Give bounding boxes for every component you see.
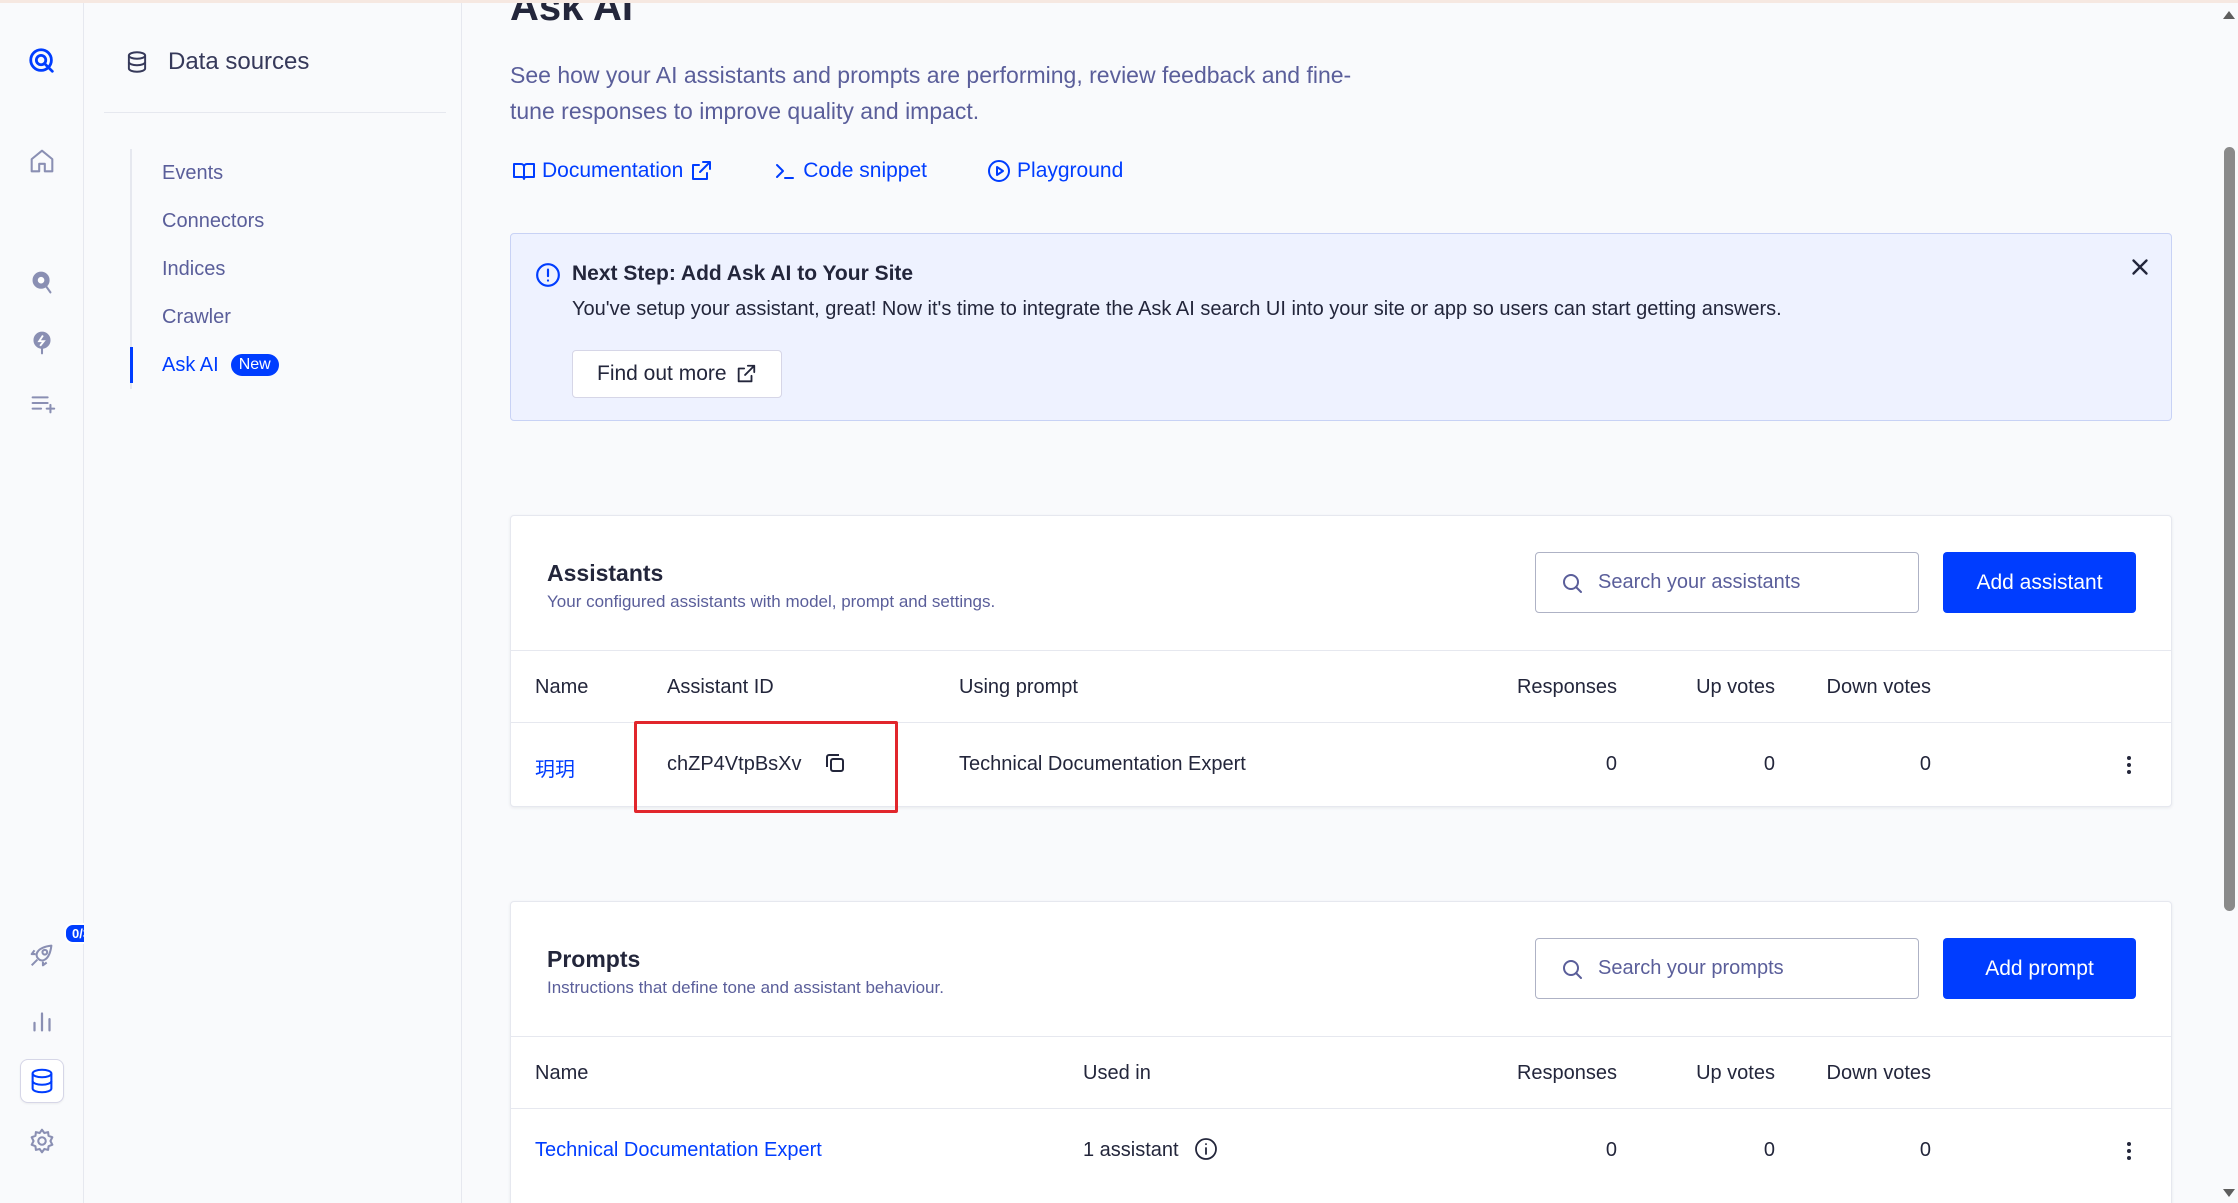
column-header-used-in[interactable]: Used in xyxy=(1083,1062,1151,1085)
prompts-table-header: Name Used in Responses Up votes Down vot… xyxy=(511,1036,2171,1109)
column-header-up-votes[interactable]: Up votes xyxy=(1635,676,1775,699)
notice-body: You've setup your assistant, great! Now … xyxy=(572,298,1782,320)
table-row[interactable]: 玥玥 chZP4VtpBsXv Technical Documentation … xyxy=(511,723,2171,807)
search-icon xyxy=(1563,959,1582,979)
info-alert-icon xyxy=(536,263,560,287)
column-header-up-votes[interactable]: Up votes xyxy=(1635,1062,1775,1085)
database-icon[interactable] xyxy=(20,1059,64,1103)
search-pin-icon[interactable] xyxy=(20,261,64,305)
column-header-name[interactable]: Name xyxy=(535,676,588,699)
using-prompt-cell: Technical Documentation Expert xyxy=(959,753,1246,775)
scrollbar-thumb[interactable] xyxy=(2224,147,2235,911)
find-out-more-label: Find out more xyxy=(597,362,727,385)
more-options-icon[interactable] xyxy=(2117,753,2141,777)
prompts-subtitle: Instructions that define tone and assist… xyxy=(547,978,944,997)
more-options-icon[interactable] xyxy=(2117,1139,2141,1163)
assistants-subtitle: Your configured assistants with model, p… xyxy=(547,592,996,611)
main-content: Ask AI See how your AI assistants and pr… xyxy=(462,3,2238,1203)
subnav-list: Events Connectors Indices Crawler Ask AI… xyxy=(130,149,430,389)
subnav-header: Data sources xyxy=(104,33,446,113)
copy-icon[interactable] xyxy=(823,751,847,775)
prompts-card: Prompts Instructions that define tone an… xyxy=(510,901,2172,1203)
responses-cell: 0 xyxy=(1605,753,1617,775)
down-votes-cell: 0 xyxy=(1919,753,1931,775)
scroll-up-arrow-icon[interactable] xyxy=(2223,11,2235,19)
add-assistant-button[interactable]: Add assistant xyxy=(1943,552,2136,613)
subnav-item-ask-ai[interactable]: Ask AI New xyxy=(130,341,430,389)
add-prompt-button[interactable]: Add prompt xyxy=(1943,938,2136,999)
subnav-title: Data sources xyxy=(168,47,310,75)
subnav-item-events[interactable]: Events xyxy=(132,149,430,197)
external-link-icon xyxy=(692,161,712,180)
prompts-search[interactable] xyxy=(1535,938,1919,999)
external-link-icon xyxy=(737,364,755,383)
code-snippet-link[interactable]: Code snippet xyxy=(773,159,927,183)
playground-link[interactable]: Playground xyxy=(987,159,1123,183)
database-icon xyxy=(127,50,147,73)
assistant-name-link[interactable]: 玥玥 xyxy=(535,753,575,782)
prompts-search-input[interactable] xyxy=(1598,957,1898,980)
column-header-down-votes[interactable]: Down votes xyxy=(1791,676,1932,699)
data-sources-nav: Data sources Events Connectors Indices C… xyxy=(84,3,462,1203)
algolia-logo-icon[interactable] xyxy=(20,39,64,83)
subnav-item-label: Ask AI xyxy=(162,353,219,376)
prompts-title: Prompts xyxy=(547,946,641,972)
info-icon[interactable] xyxy=(1194,1137,1218,1161)
assistants-table-header: Name Assistant ID Using prompt Responses… xyxy=(511,650,2171,723)
search-icon xyxy=(1563,573,1582,593)
terminal-icon xyxy=(776,164,795,179)
assistants-title: Assistants xyxy=(547,560,664,586)
subnav-item-label: Events xyxy=(162,161,224,184)
prompt-name-link[interactable]: Technical Documentation Expert xyxy=(535,1139,822,1162)
rocket-icon[interactable]: 0/3 xyxy=(20,923,99,977)
subnav-item-indices[interactable]: Indices xyxy=(132,245,430,293)
responses-cell: 0 xyxy=(1605,1139,1617,1161)
used-in-value: 1 assistant xyxy=(1083,1139,1179,1161)
bar-chart-icon[interactable] xyxy=(20,999,64,1043)
subnav-item-label: Indices xyxy=(162,257,226,280)
icon-rail: 0/3 xyxy=(0,3,99,1203)
lightbulb-pin-icon[interactable] xyxy=(20,321,64,365)
documentation-link[interactable]: Documentation xyxy=(512,159,713,183)
subnav-item-label: Connectors xyxy=(162,209,265,232)
book-icon xyxy=(513,163,535,180)
playground-link-label: Playground xyxy=(1017,159,1124,182)
column-header-down-votes[interactable]: Down votes xyxy=(1791,1062,1932,1085)
assistant-id-value: chZP4VtpBsXv xyxy=(667,753,802,775)
column-header-responses[interactable]: Responses xyxy=(1477,676,1617,699)
assistant-id-cell: chZP4VtpBsXv xyxy=(667,753,847,776)
code-snippet-link-label: Code snippet xyxy=(803,159,928,182)
notice-title: Next Step: Add Ask AI to Your Site xyxy=(572,262,914,285)
home-icon[interactable] xyxy=(20,139,64,183)
next-step-notice: Next Step: Add Ask AI to Your Site You'v… xyxy=(510,233,2172,421)
page-scrollbar[interactable] xyxy=(2220,3,2238,1203)
column-header-assistant-id[interactable]: Assistant ID xyxy=(667,676,774,699)
column-header-using-prompt[interactable]: Using prompt xyxy=(959,676,1078,699)
play-circle-icon xyxy=(988,160,1011,182)
subnav-item-crawler[interactable]: Crawler xyxy=(132,293,430,341)
up-votes-cell: 0 xyxy=(1763,1139,1775,1161)
find-out-more-button[interactable]: Find out more xyxy=(572,350,782,398)
subnav-item-connectors[interactable]: Connectors xyxy=(132,197,430,245)
used-in-cell: 1 assistant xyxy=(1083,1137,1218,1162)
assistants-card: Assistants Your configured assistants wi… xyxy=(510,515,2172,807)
subnav-item-label: Crawler xyxy=(162,305,231,328)
resource-links: Documentation Code snippet Playground xyxy=(512,159,1123,183)
down-votes-cell: 0 xyxy=(1919,1139,1931,1161)
documentation-link-label: Documentation xyxy=(542,159,684,182)
assistants-search-input[interactable] xyxy=(1598,571,1898,594)
scroll-down-arrow-icon[interactable] xyxy=(2223,1189,2235,1197)
new-badge: New xyxy=(230,354,279,376)
page-title: Ask AI xyxy=(510,3,634,29)
column-header-responses[interactable]: Responses xyxy=(1477,1062,1617,1085)
assistants-search[interactable] xyxy=(1535,552,1919,613)
up-votes-cell: 0 xyxy=(1763,753,1775,775)
gear-icon[interactable] xyxy=(20,1119,64,1163)
close-icon[interactable] xyxy=(2127,254,2153,280)
column-header-name[interactable]: Name xyxy=(535,1062,588,1085)
table-row[interactable]: Technical Documentation Expert 1 assista… xyxy=(511,1109,2171,1193)
list-add-icon[interactable] xyxy=(20,381,64,425)
page-description: See how your AI assistants and prompts a… xyxy=(510,62,1352,124)
